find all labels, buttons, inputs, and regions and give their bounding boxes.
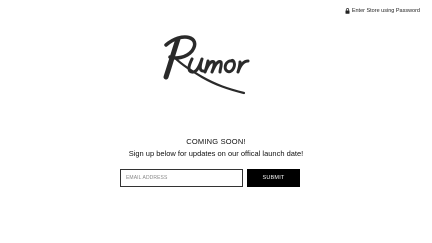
submit-button[interactable]: SUBMIT [247, 169, 300, 187]
rumor-logo [163, 35, 250, 95]
coming-soon-page: Enter Store using Password COMING SOON! … [0, 0, 432, 243]
signup-description: Sign up below for updates on our offical… [128, 149, 304, 158]
enter-password-label: Enter Store using Password [351, 8, 420, 14]
email-input[interactable] [120, 169, 243, 187]
lock-icon [345, 8, 350, 14]
coming-soon-heading: COMING SOON! [186, 137, 246, 146]
enter-password-link[interactable]: Enter Store using Password [345, 8, 420, 14]
